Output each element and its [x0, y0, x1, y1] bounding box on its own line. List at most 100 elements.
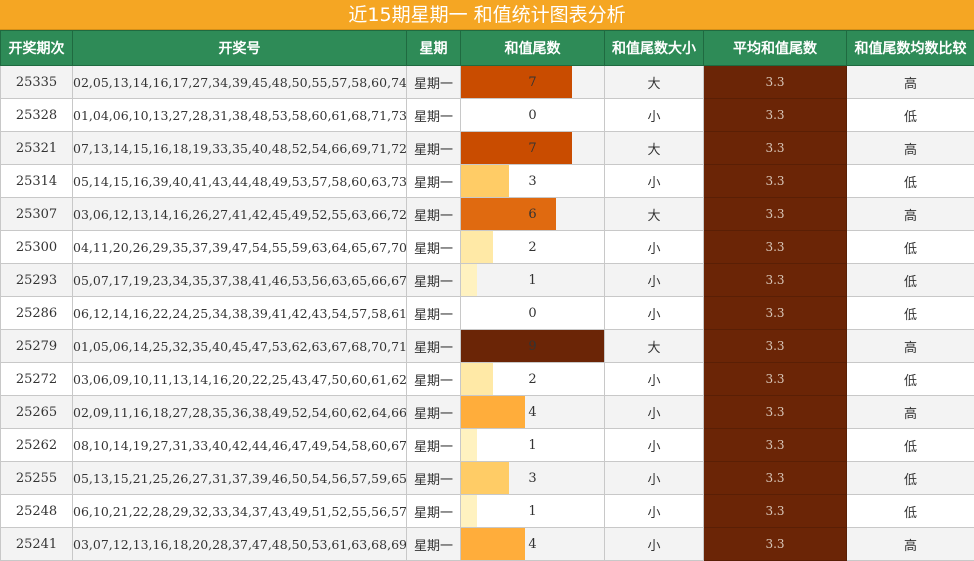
tail-value: 3: [528, 174, 536, 189]
header-numbers: 开奖号: [73, 31, 407, 66]
table-row: 2526502,09,11,16,18,27,28,35,36,38,49,52…: [1, 396, 974, 429]
table-row: 2525505,13,15,21,25,26,27,31,37,39,46,50…: [1, 462, 974, 495]
tail-cell: 7: [461, 66, 605, 99]
compare-cell: 低: [847, 462, 974, 495]
stats-table: 开奖期次 开奖号 星期 和值尾数 和值尾数大小 平均和值尾数 和值尾数均数比较 …: [0, 30, 974, 561]
header-tail: 和值尾数: [461, 31, 605, 66]
compare-cell: 低: [847, 99, 974, 132]
numbers-cell: 05,07,17,19,23,34,35,37,38,41,46,53,56,6…: [73, 264, 407, 297]
tail-bar: [461, 528, 525, 560]
table-row: 2526208,10,14,19,27,31,33,40,42,44,46,47…: [1, 429, 974, 462]
weekday-cell: 星期一: [407, 363, 461, 396]
compare-cell: 高: [847, 66, 974, 99]
tail-size-cell: 小: [605, 495, 704, 528]
tail-cell: 3: [461, 462, 605, 495]
tail-value: 0: [528, 306, 536, 321]
tail-value: 6: [528, 207, 536, 222]
header-weekday: 星期: [407, 31, 461, 66]
tail-size-cell: 小: [605, 165, 704, 198]
weekday-cell: 星期一: [407, 462, 461, 495]
numbers-cell: 06,12,14,16,22,24,25,34,38,39,41,42,43,5…: [73, 297, 407, 330]
tail-bar: [461, 165, 509, 197]
numbers-cell: 04,11,20,26,29,35,37,39,47,54,55,59,63,6…: [73, 231, 407, 264]
tail-cell: 1: [461, 429, 605, 462]
tail-value: 9: [528, 339, 536, 354]
weekday-cell: 星期一: [407, 330, 461, 363]
avg-tail-cell: 3.3: [704, 231, 847, 264]
period-cell: 25265: [1, 396, 73, 429]
avg-tail-cell: 3.3: [704, 429, 847, 462]
tail-bar: [461, 429, 477, 461]
table-row: 2528606,12,14,16,22,24,25,34,38,39,41,42…: [1, 297, 974, 330]
compare-cell: 低: [847, 165, 974, 198]
tail-value: 3: [528, 471, 536, 486]
header-period: 开奖期次: [1, 31, 73, 66]
period-cell: 25255: [1, 462, 73, 495]
tail-cell: 4: [461, 396, 605, 429]
numbers-cell: 07,13,14,15,16,18,19,33,35,40,48,52,54,6…: [73, 132, 407, 165]
tail-size-cell: 小: [605, 396, 704, 429]
table-row: 2524103,07,12,13,16,18,20,28,37,47,48,50…: [1, 528, 974, 561]
weekday-cell: 星期一: [407, 396, 461, 429]
tail-size-cell: 小: [605, 462, 704, 495]
avg-tail-cell: 3.3: [704, 132, 847, 165]
period-cell: 25300: [1, 231, 73, 264]
header-avg-tail: 平均和值尾数: [704, 31, 847, 66]
period-cell: 25328: [1, 99, 73, 132]
tail-cell: 1: [461, 264, 605, 297]
header-row: 开奖期次 开奖号 星期 和值尾数 和值尾数大小 平均和值尾数 和值尾数均数比较: [1, 31, 974, 66]
numbers-cell: 02,09,11,16,18,27,28,35,36,38,49,52,54,6…: [73, 396, 407, 429]
tail-cell: 3: [461, 165, 605, 198]
tail-size-cell: 大: [605, 132, 704, 165]
period-cell: 25321: [1, 132, 73, 165]
compare-cell: 高: [847, 198, 974, 231]
tail-size-cell: 小: [605, 264, 704, 297]
numbers-cell: 05,14,15,16,39,40,41,43,44,48,49,53,57,5…: [73, 165, 407, 198]
tail-cell: 2: [461, 231, 605, 264]
compare-cell: 高: [847, 132, 974, 165]
tail-bar: [461, 396, 525, 428]
tail-cell: 1: [461, 495, 605, 528]
period-cell: 25241: [1, 528, 73, 561]
weekday-cell: 星期一: [407, 528, 461, 561]
table-row: 2532107,13,14,15,16,18,19,33,35,40,48,52…: [1, 132, 974, 165]
tail-bar: [461, 132, 572, 164]
period-cell: 25248: [1, 495, 73, 528]
weekday-cell: 星期一: [407, 495, 461, 528]
period-cell: 25335: [1, 66, 73, 99]
tail-bar: [461, 66, 572, 98]
weekday-cell: 星期一: [407, 297, 461, 330]
tail-value: 1: [528, 504, 536, 519]
period-cell: 25307: [1, 198, 73, 231]
tail-cell: 7: [461, 132, 605, 165]
table-row: 2533502,05,13,14,16,17,27,34,39,45,48,50…: [1, 66, 974, 99]
table-row: 2529305,07,17,19,23,34,35,37,38,41,46,53…: [1, 264, 974, 297]
tail-value: 4: [528, 537, 536, 552]
tail-value: 2: [528, 240, 536, 255]
table-row: 2530703,06,12,13,14,16,26,27,41,42,45,49…: [1, 198, 974, 231]
tail-size-cell: 小: [605, 528, 704, 561]
weekday-cell: 星期一: [407, 66, 461, 99]
avg-tail-cell: 3.3: [704, 396, 847, 429]
table-row: 2530004,11,20,26,29,35,37,39,47,54,55,59…: [1, 231, 974, 264]
tail-bar: [461, 495, 477, 527]
compare-cell: 高: [847, 330, 974, 363]
tail-cell: 6: [461, 198, 605, 231]
numbers-cell: 01,05,06,14,25,32,35,40,45,47,53,62,63,6…: [73, 330, 407, 363]
tail-cell: 0: [461, 99, 605, 132]
period-cell: 25279: [1, 330, 73, 363]
tail-size-cell: 小: [605, 297, 704, 330]
header-compare: 和值尾数均数比较: [847, 31, 974, 66]
compare-cell: 低: [847, 363, 974, 396]
tail-bar: [461, 462, 509, 494]
numbers-cell: 01,04,06,10,13,27,28,31,38,48,53,58,60,6…: [73, 99, 407, 132]
numbers-cell: 03,07,12,13,16,18,20,28,37,47,48,50,53,6…: [73, 528, 407, 561]
tail-cell: 2: [461, 363, 605, 396]
tail-bar: [461, 231, 493, 263]
chart-container: 近15期星期一 和值统计图表分析 开奖期次 开奖号 星期 和值尾数 和值尾数大小…: [0, 0, 974, 560]
tail-value: 1: [528, 438, 536, 453]
table-row: 2532801,04,06,10,13,27,28,31,38,48,53,58…: [1, 99, 974, 132]
numbers-cell: 03,06,09,10,11,13,14,16,20,22,25,43,47,5…: [73, 363, 407, 396]
tail-cell: 4: [461, 528, 605, 561]
tail-value: 7: [528, 141, 536, 156]
